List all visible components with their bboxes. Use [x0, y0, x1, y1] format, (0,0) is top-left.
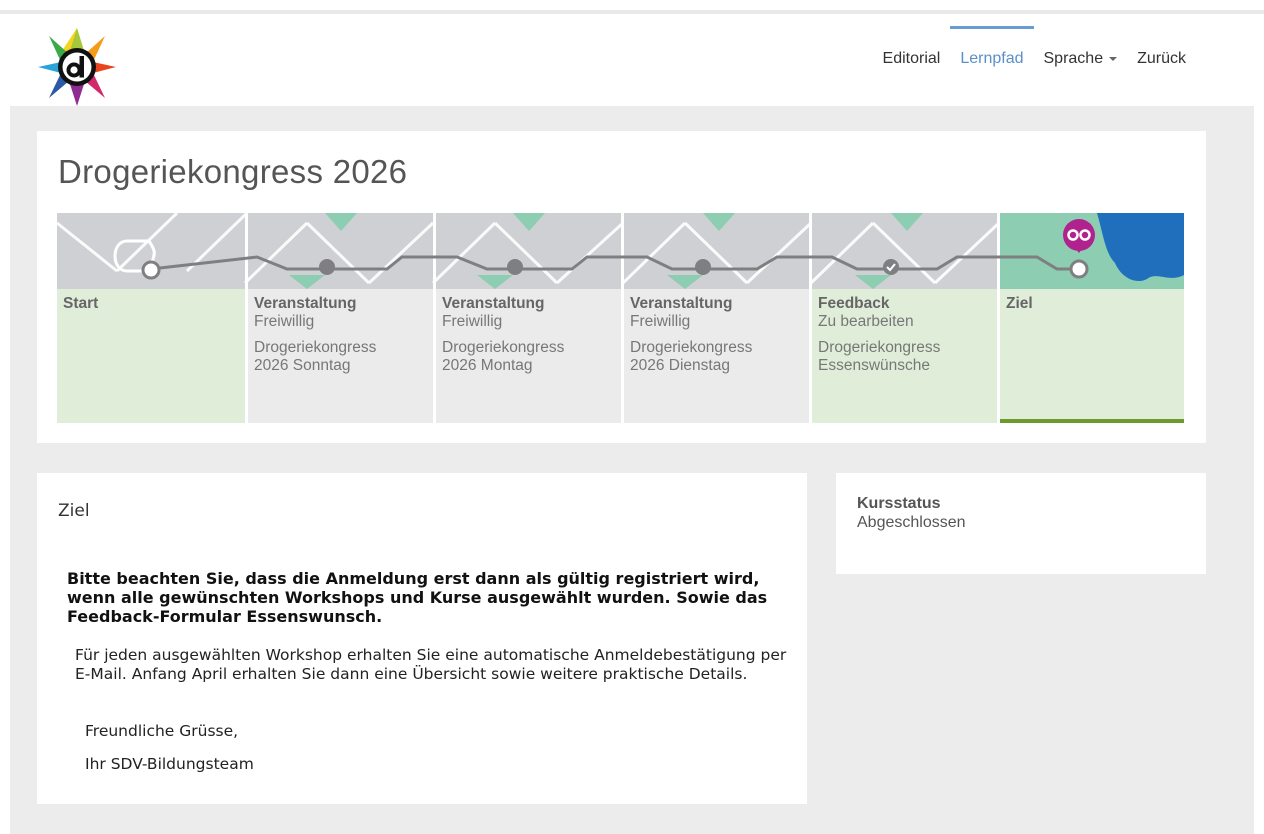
nav-sprache-dropdown[interactable]: Sprache: [1044, 50, 1118, 68]
step-status: Zu bearbeiten: [818, 313, 914, 330]
course-card: Drogeriekongress 2026 Start Veranstaltun…: [37, 131, 1206, 443]
step-status: Freiwillig: [630, 313, 691, 330]
info-paragraph: Für jeden ausgewählten Workshop erhalten…: [75, 646, 787, 683]
content-heading: Ziel: [58, 501, 90, 521]
page-title: Drogeriekongress 2026: [58, 153, 408, 190]
signature: Ihr SDV-Bildungsteam: [85, 755, 254, 773]
page-body: Drogeriekongress 2026 Start Veranstaltun…: [10, 106, 1254, 834]
step-description: Drogeriekongress 2026 Montag: [442, 339, 565, 374]
step-title: Veranstaltung: [630, 295, 733, 312]
step-title: Veranstaltung: [254, 295, 357, 312]
learning-path-map: [57, 213, 1184, 289]
step-description: Drogeriekongress 2026 Dienstag: [630, 339, 753, 374]
step-status: Freiwillig: [442, 313, 503, 330]
step-start[interactable]: Start: [57, 289, 245, 423]
learning-path: Start Veranstaltung Freiwillig Drogeriek…: [57, 213, 1184, 423]
step-veranstaltung-dienstag[interactable]: Veranstaltung Freiwillig Drogeriekongres…: [621, 289, 809, 423]
active-step-indicator: [1000, 419, 1184, 423]
active-indicator: [950, 26, 1034, 29]
step-title: Ziel: [1006, 295, 1033, 312]
path-steps: Start Veranstaltung Freiwillig Drogeriek…: [57, 289, 1184, 423]
main-nav: Editorial Lernpfad Sprache Zurück: [863, 26, 1186, 68]
nav-sprache-label: Sprache: [1043, 50, 1104, 67]
status-label: Kursstatus: [857, 495, 941, 512]
step-feedback[interactable]: Feedback Zu bearbeiten Drogeriekongress …: [809, 289, 997, 423]
step-status: Freiwillig: [254, 313, 315, 330]
caret-down-icon: [1109, 56, 1118, 61]
star-logo[interactable]: [36, 26, 118, 108]
step-title: Veranstaltung: [442, 295, 545, 312]
status-value: Abgeschlossen: [857, 514, 966, 531]
step-description: Drogeriekongress Essenswünsche: [818, 339, 941, 374]
nav-editorial[interactable]: Editorial: [883, 50, 941, 68]
step-veranstaltung-montag[interactable]: Veranstaltung Freiwillig Drogeriekongres…: [433, 289, 621, 423]
site-header: Editorial Lernpfad Sprache Zurück: [0, 14, 1264, 106]
step-title: Start: [63, 295, 99, 312]
greeting: Freundliche Grüsse,: [85, 722, 239, 740]
step-ziel[interactable]: Ziel: [997, 289, 1184, 423]
content-card: Ziel Bitte beachten Sie, dass die Anmeld…: [37, 473, 807, 804]
step-veranstaltung-sonntag[interactable]: Veranstaltung Freiwillig Drogeriekongres…: [245, 289, 433, 423]
step-description: Drogeriekongress 2026 Sonntag: [254, 339, 377, 374]
nav-zurueck[interactable]: Zurück: [1137, 50, 1186, 68]
step-title: Feedback: [818, 295, 890, 312]
registration-note: Bitte beachten Sie, dass die Anmeldung e…: [67, 569, 768, 626]
nav-lernpfad-label: Lernpfad: [960, 50, 1024, 67]
nav-lernpfad[interactable]: Lernpfad: [950, 26, 1034, 68]
course-status-card: Kursstatus Abgeschlossen: [836, 473, 1206, 574]
